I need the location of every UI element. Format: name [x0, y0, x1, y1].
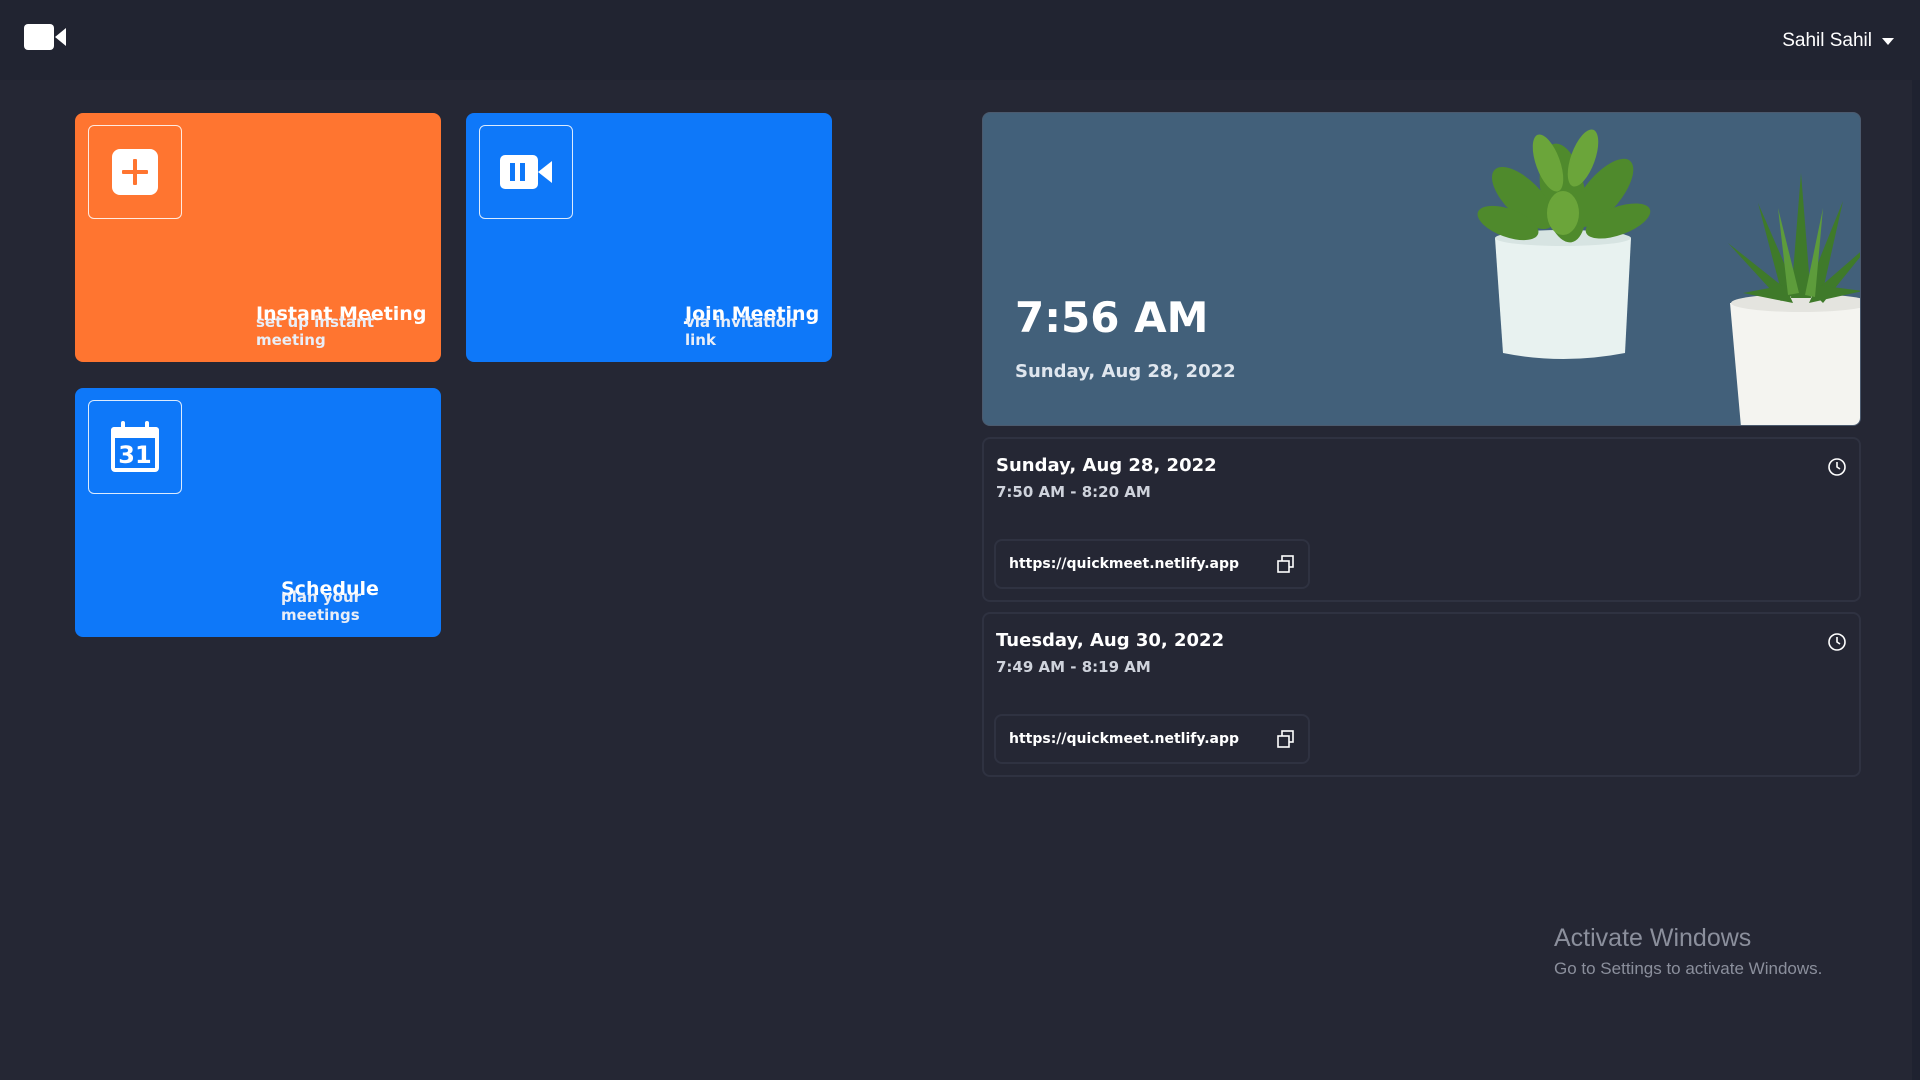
scrollbar[interactable] [1912, 80, 1920, 1080]
plant-illustration [1477, 129, 1860, 425]
meeting-link[interactable]: https://quickmeet.netlify.app [1009, 556, 1239, 572]
clock-banner: 7:56 AM Sunday, Aug 28, 2022 [982, 112, 1861, 426]
meeting-link-box[interactable]: https://quickmeet.netlify.app [994, 539, 1310, 589]
instant-meeting-tile[interactable]: Instant Meeting set up instant meeting [75, 113, 441, 362]
top-bar: Sahil Sahil [0, 0, 1920, 80]
tile-subtitle: via invitation link [685, 313, 797, 349]
copy-icon[interactable] [1277, 730, 1295, 748]
meeting-date: Sunday, Aug 28, 2022 [996, 455, 1217, 476]
meeting-link-box[interactable]: https://quickmeet.netlify.app [994, 714, 1310, 764]
tile-subtitle: plan your meetings [281, 588, 362, 624]
meeting-link[interactable]: https://quickmeet.netlify.app [1009, 731, 1239, 747]
meeting-time: 7:49 AM - 8:19 AM [996, 658, 1151, 676]
join-meeting-tile[interactable]: Join Meeting via invitation link [466, 113, 832, 362]
user-menu[interactable]: Sahil Sahil [1782, 30, 1894, 52]
user-name: Sahil Sahil [1782, 30, 1872, 51]
video-camera-icon [500, 155, 552, 189]
clock-icon [1828, 458, 1846, 476]
meeting-card: Sunday, Aug 28, 2022 7:50 AM - 8:20 AM h… [982, 437, 1861, 602]
current-date: Sunday, Aug 28, 2022 [1015, 361, 1236, 382]
clock-icon [1828, 633, 1846, 651]
watermark-subtitle: Go to Settings to activate Windows. [1554, 959, 1823, 978]
meeting-time: 7:50 AM - 8:20 AM [996, 483, 1151, 501]
calendar-icon-text: 31 [118, 441, 151, 469]
video-camera-icon[interactable] [24, 24, 66, 50]
current-time: 7:56 AM [1015, 293, 1209, 342]
meeting-card: Tuesday, Aug 30, 2022 7:49 AM - 8:19 AM … [982, 612, 1861, 777]
meeting-date: Tuesday, Aug 30, 2022 [996, 630, 1225, 651]
schedule-tile[interactable]: 31 Schedule plan your meetings [75, 388, 441, 637]
chevron-down-icon [1882, 37, 1894, 45]
join-meeting-icon-box [479, 125, 573, 219]
watermark-title: Activate Windows [1554, 924, 1752, 952]
copy-icon[interactable] [1277, 555, 1295, 573]
instant-meeting-icon-box [88, 125, 182, 219]
calendar-icon: 31 [111, 421, 159, 472]
plus-icon [112, 149, 158, 195]
activate-windows-watermark: Activate Windows Go to Settings to activ… [1554, 924, 1822, 979]
schedule-icon-box: 31 [88, 400, 182, 494]
tile-subtitle: set up instant meeting [256, 313, 375, 349]
